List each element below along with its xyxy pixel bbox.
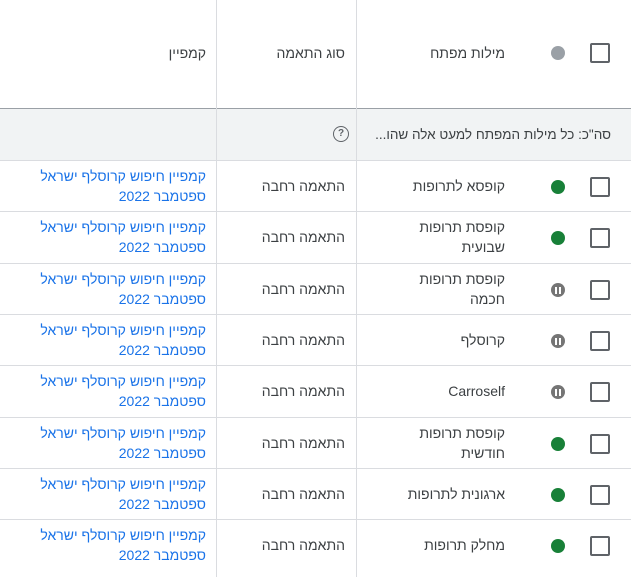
column-divider <box>216 0 217 577</box>
header-status-icon <box>551 46 565 60</box>
table-row: קופסא לתרופות התאמה רחבה קמפיין חיפוש קרוס… <box>0 160 631 211</box>
match-type-column-header[interactable]: סוג התאמה <box>225 43 345 63</box>
table-row: קופסת תרופות חכמה התאמה רחבה קמפיין חיפוש ק… <box>0 263 631 314</box>
keyword-text: ארגונית לתרופות <box>407 486 505 502</box>
campaign-link[interactable]: קמפיין חיפוש קרוסלף ישראל ספטמבר 2022 <box>6 320 206 360</box>
status-enabled-icon[interactable] <box>551 180 565 194</box>
keyword-cell[interactable]: קופסת תרופות חכמה <box>355 269 505 309</box>
table-header: מילות מפתח סוג התאמה קמפיין <box>0 0 631 108</box>
campaign-text: קמפיין חיפוש קרוסלף ישראל <box>40 271 206 287</box>
match-type-cell: התאמה רחבה <box>261 383 345 399</box>
keyword-text: קופסא לתרופות <box>412 178 505 194</box>
match-type-cell: התאמה רחבה <box>261 537 345 553</box>
campaign-link[interactable]: קמפיין חיפוש קרוסלף ישראל ספטמבר 2022 <box>6 423 206 463</box>
keyword-text: מחלק תרופות <box>424 537 505 553</box>
row-checkbox[interactable] <box>590 331 610 351</box>
campaign-text: ספטמבר 2022 <box>118 393 206 409</box>
table-row: קופסת תרופות חודשית התאמה רחבה קמפיין חיפוש… <box>0 417 631 468</box>
campaign-link[interactable]: קמפיין חיפוש קרוסלף ישראל ספטמבר 2022 <box>6 525 206 565</box>
status-enabled-icon[interactable] <box>551 539 565 553</box>
row-checkbox[interactable] <box>590 382 610 402</box>
row-checkbox[interactable] <box>590 280 610 300</box>
keyword-text: חודשית <box>461 445 505 461</box>
keyword-cell[interactable]: קופסת תרופות שבועית <box>355 217 505 257</box>
status-enabled-icon[interactable] <box>551 488 565 502</box>
row-divider <box>0 519 631 520</box>
campaign-text: קמפיין חיפוש קרוסלף ישראל <box>40 219 206 235</box>
keyword-text: שבועית <box>461 239 505 255</box>
campaign-text: ספטמבר 2022 <box>118 188 206 204</box>
row-checkbox[interactable] <box>590 228 610 248</box>
row-divider <box>0 160 631 161</box>
keyword-cell[interactable]: ארגונית לתרופות <box>355 484 505 504</box>
keyword-text: קופסת תרופות <box>419 219 505 235</box>
keyword-cell[interactable]: קופסא לתרופות <box>355 176 505 196</box>
column-divider <box>356 0 357 577</box>
campaign-text: ספטמבר 2022 <box>118 342 206 358</box>
campaign-text: ספטמבר 2022 <box>118 547 206 563</box>
campaign-text: קמפיין חיפוש קרוסלף ישראל <box>40 527 206 543</box>
match-type-cell: התאמה רחבה <box>261 229 345 245</box>
campaign-link[interactable]: קמפיין חיפוש קרוסלף ישראל ספטמבר 2022 <box>6 269 206 309</box>
help-icon[interactable]: ? <box>333 126 349 142</box>
status-enabled-icon[interactable] <box>551 231 565 245</box>
campaign-link[interactable]: קמפיין חיפוש קרוסלף ישראל ספטמבר 2022 <box>6 166 206 206</box>
table-row: קרוסלף התאמה רחבה קמפיין חיפוש קרוסלף ישרא… <box>0 314 631 365</box>
campaign-text: קמפיין חיפוש קרוסלף ישראל <box>40 425 206 441</box>
pause-icon <box>555 286 561 294</box>
keyword-cell[interactable]: Carroself <box>355 381 505 401</box>
row-checkbox[interactable] <box>590 536 610 556</box>
campaign-text: קמפיין חיפוש קרוסלף ישראל <box>40 322 206 338</box>
campaign-text: קמפיין חיפוש קרוסלף ישראל <box>40 476 206 492</box>
campaign-text: קמפיין חיפוש קרוסלף ישראל <box>40 373 206 389</box>
keyword-text: קופסת תרופות <box>419 271 505 287</box>
status-paused-icon[interactable] <box>551 385 565 399</box>
row-checkbox[interactable] <box>590 485 610 505</box>
campaign-text: ספטמבר 2022 <box>118 239 206 255</box>
campaign-text: ספטמבר 2022 <box>118 445 206 461</box>
keywords-table: מילות מפתח סוג התאמה קמפיין סה"כ: כל מיל… <box>0 0 631 577</box>
row-divider <box>0 314 631 315</box>
table-row: מחלק תרופות התאמה רחבה קמפיין חיפוש קרוסלף… <box>0 519 631 570</box>
status-paused-icon[interactable] <box>551 283 565 297</box>
campaign-text: ספטמבר 2022 <box>118 291 206 307</box>
table-row: ארגונית לתרופות התאמה רחבה קמפיין חיפוש קר… <box>0 468 631 519</box>
select-all-checkbox[interactable] <box>590 43 610 63</box>
campaign-text: קמפיין חיפוש קרוסלף ישראל <box>40 168 206 184</box>
total-row-label: סה"כ: כל מילות המפתח למעט אלה שהו... <box>375 127 611 142</box>
table-row: Carroself התאמה רחבה קמפיין חיפוש קרוסלף י… <box>0 365 631 416</box>
status-enabled-icon[interactable] <box>551 437 565 451</box>
campaign-column-header[interactable]: קמפיין <box>26 43 206 63</box>
row-divider <box>0 417 631 418</box>
campaign-link[interactable]: קמפיין חיפוש קרוסלף ישראל ספטמבר 2022 <box>6 371 206 411</box>
row-divider <box>0 365 631 366</box>
table-row: קופסת תרופות שבועית התאמה רחבה קמפיין חיפוש… <box>0 211 631 262</box>
match-type-cell: התאמה רחבה <box>261 332 345 348</box>
keyword-text: Carroself <box>448 383 505 399</box>
match-type-cell: התאמה רחבה <box>261 486 345 502</box>
pause-icon <box>555 337 561 345</box>
match-type-cell: התאמה רחבה <box>261 435 345 451</box>
campaign-link[interactable]: קמפיין חיפוש קרוסלף ישראל ספטמבר 2022 <box>6 474 206 514</box>
keyword-cell[interactable]: מחלק תרופות <box>355 535 505 555</box>
keyword-cell[interactable]: קופסת תרופות חודשית <box>355 423 505 463</box>
row-checkbox[interactable] <box>590 177 610 197</box>
campaign-text: ספטמבר 2022 <box>118 496 206 512</box>
total-row: סה"כ: כל מילות המפתח למעט אלה שהו... ? <box>0 109 631 160</box>
keyword-cell[interactable]: קרוסלף <box>355 330 505 350</box>
keyword-text: חכמה <box>469 291 505 307</box>
status-paused-icon[interactable] <box>551 334 565 348</box>
pause-icon <box>555 388 561 396</box>
match-type-cell: התאמה רחבה <box>261 281 345 297</box>
row-checkbox[interactable] <box>590 434 610 454</box>
row-divider <box>0 211 631 212</box>
keyword-text: קופסת תרופות <box>419 425 505 441</box>
match-type-cell: התאמה רחבה <box>261 178 345 194</box>
row-divider <box>0 263 631 264</box>
campaign-link[interactable]: קמפיין חיפוש קרוסלף ישראל ספטמבר 2022 <box>6 217 206 257</box>
keyword-text: קרוסלף <box>460 332 505 348</box>
row-divider <box>0 468 631 469</box>
